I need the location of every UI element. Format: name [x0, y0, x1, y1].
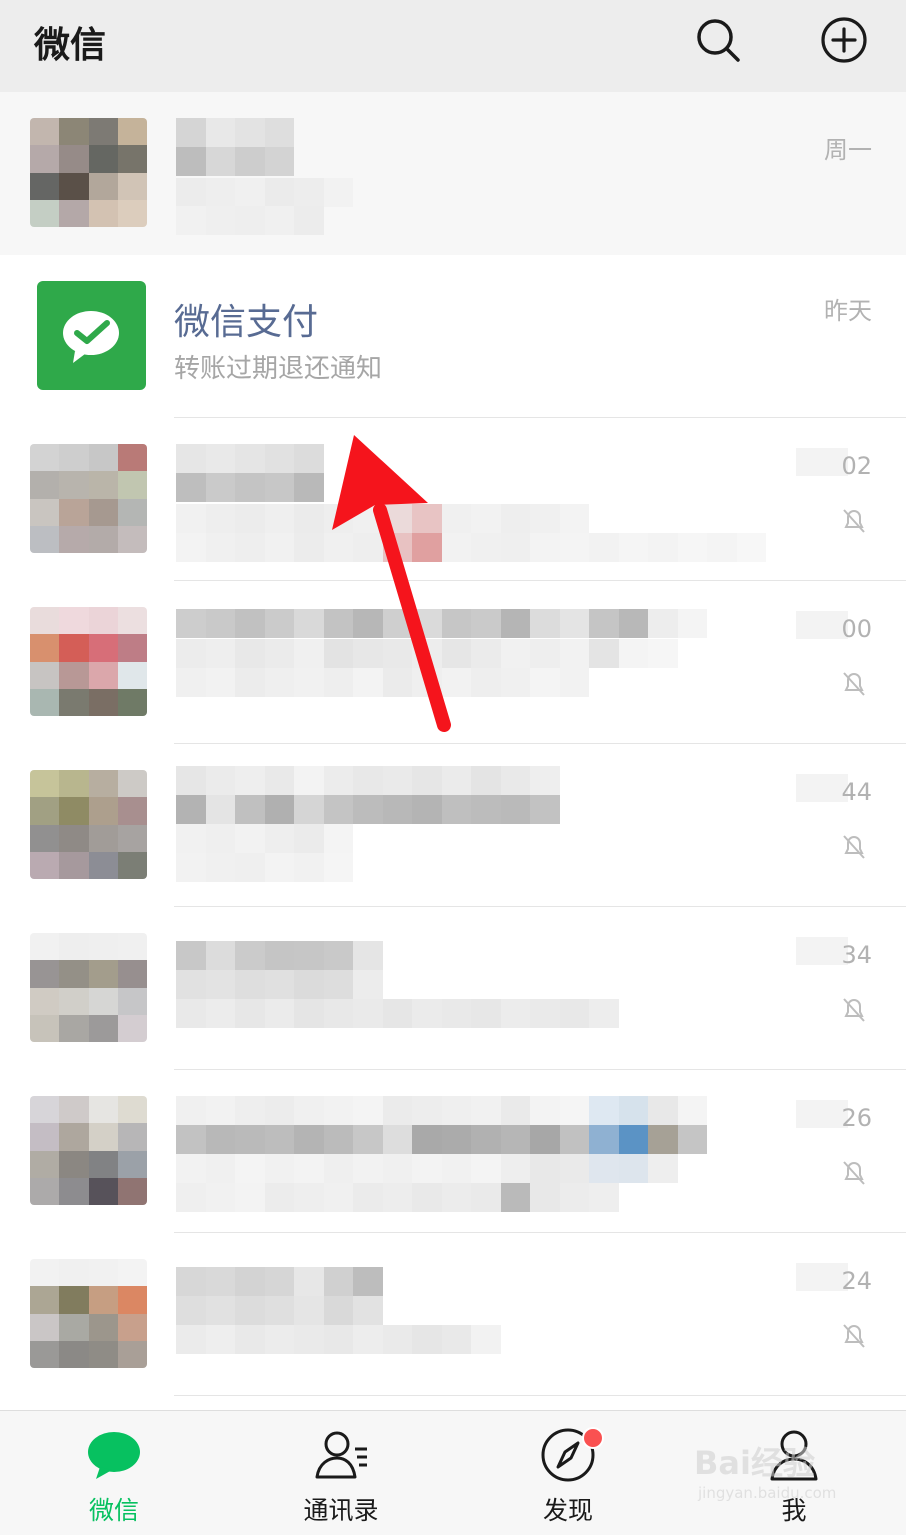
contact-name: [176, 1125, 707, 1154]
avatar: [30, 770, 147, 879]
tab-label: 发现: [542, 1496, 593, 1525]
message-time: 44: [841, 778, 872, 806]
watermark-brand: Bai经验: [694, 1444, 815, 1482]
message-preview: [176, 533, 766, 562]
avatar: [30, 933, 147, 1042]
time-blur: [796, 448, 848, 476]
mute-bell-icon: [843, 998, 865, 1022]
tab-discover[interactable]: 发现: [498, 1411, 638, 1535]
chat-list: 周一 微信支付 转账过期退还通知 昨天 02 00 44 34 26 24: [0, 92, 906, 1410]
tab-label: 通讯录: [303, 1496, 379, 1525]
search-icon: [697, 19, 740, 62]
tab-chats[interactable]: 微信: [44, 1411, 184, 1535]
message-preview: 转账过期退还通知: [174, 354, 383, 384]
mute-bell-icon: [843, 509, 865, 533]
contact-name: [176, 1096, 707, 1125]
message-preview: [176, 853, 353, 882]
message-preview: [176, 206, 324, 235]
watermark-url: jingyan.baidu.com: [698, 1484, 837, 1502]
wechat-pay-avatar: [37, 281, 146, 390]
time-blur: [796, 1263, 848, 1291]
notification-badge: [582, 1427, 604, 1449]
message-preview: [176, 999, 619, 1028]
row-divider: [174, 1395, 906, 1396]
mute-bell-icon: [843, 1324, 865, 1348]
tab-contacts[interactable]: 通讯录: [271, 1411, 411, 1535]
message-time: 26: [841, 1104, 872, 1132]
message-preview: [176, 1325, 501, 1354]
mute-bell-icon: [843, 835, 865, 859]
contact-name: [176, 766, 560, 795]
chat-row[interactable]: 24: [0, 1233, 906, 1396]
contact-name: [176, 970, 383, 999]
contact-name: [176, 795, 560, 824]
contact-name: [176, 941, 383, 970]
mute-bell-icon: [843, 1161, 865, 1185]
message-preview: [176, 1154, 678, 1183]
message-time: 02: [841, 452, 872, 480]
avatar: [30, 1096, 147, 1205]
annotation-arrow: [332, 435, 451, 732]
time-blur: [796, 774, 848, 802]
avatar: [30, 607, 147, 716]
tab-label: 微信: [88, 1496, 139, 1525]
time-blur: [796, 611, 848, 639]
chat-row[interactable]: 周一: [0, 92, 906, 255]
baidu-watermark: Bai经验 jingyan.baidu.com: [694, 1438, 874, 1508]
message-time: 34: [841, 941, 872, 969]
contact-name: [176, 1267, 383, 1296]
time-blur: [796, 1100, 848, 1128]
contact-name: 微信支付: [174, 302, 319, 343]
page-title: 微信: [34, 25, 107, 66]
add-button[interactable]: [818, 14, 870, 66]
chat-bubble-icon: [86, 1427, 142, 1483]
chat-row[interactable]: 34: [0, 907, 906, 1070]
message-time: 周一: [824, 136, 872, 164]
search-button[interactable]: [692, 14, 744, 66]
avatar: [30, 118, 147, 227]
avatar: [30, 444, 147, 553]
time-blur: [796, 937, 848, 965]
top-bar: 微信: [0, 0, 906, 92]
contact-name: [176, 118, 294, 147]
plus-circle-icon: [821, 17, 867, 63]
message-preview: [176, 1183, 619, 1212]
message-preview: [176, 178, 353, 207]
contact-name: [176, 147, 294, 176]
avatar: [30, 1259, 147, 1368]
contact-name: [176, 1296, 383, 1325]
message-time: 昨天: [824, 297, 872, 325]
message-preview: [176, 824, 353, 853]
message-time: 00: [841, 615, 872, 643]
contact-name: [176, 444, 324, 473]
chat-row[interactable]: 44: [0, 744, 906, 907]
message-time: 24: [841, 1267, 872, 1295]
mute-bell-icon: [843, 672, 865, 696]
contacts-icon: [313, 1427, 369, 1483]
contact-name: [176, 473, 324, 502]
chat-row-wechat-pay[interactable]: 微信支付 转账过期退还通知 昨天: [0, 255, 906, 418]
chat-row[interactable]: 26: [0, 1070, 906, 1233]
wechat-pay-logo-icon: [63, 311, 119, 363]
